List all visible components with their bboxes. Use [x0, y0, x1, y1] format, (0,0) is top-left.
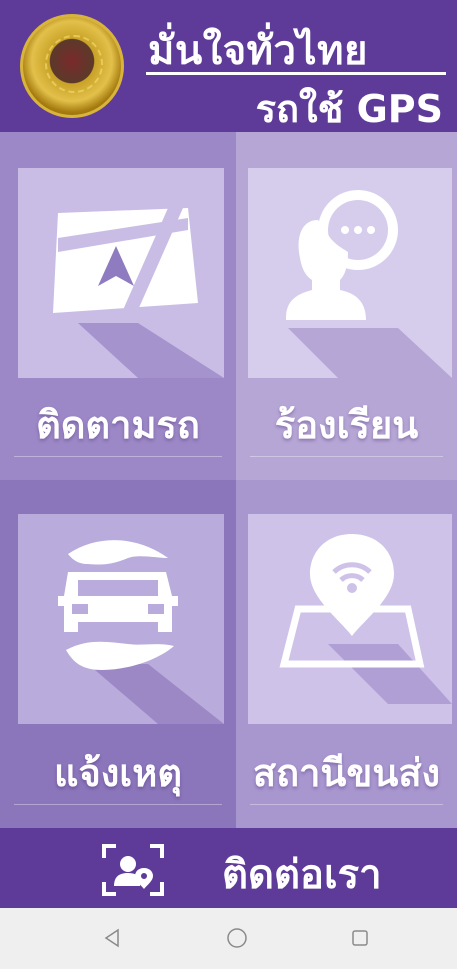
hands-car-icon [58, 540, 224, 724]
menu-tile [18, 514, 224, 724]
menu-item-bus-station[interactable]: สถานีขนส่ง [236, 480, 457, 828]
map-pin-wifi-icon [279, 534, 452, 704]
contact-us-bar[interactable]: ติดต่อเรา [0, 828, 457, 908]
app-header: มั่นใจทั่วไทย รถใช้ GPS [0, 0, 457, 132]
recents-square-icon[interactable] [348, 926, 372, 950]
menu-item-track-car[interactable]: ติดตามรถ [0, 132, 236, 480]
menu-grid: ติดตามรถ ร้องเรียน แจ้งเหตุ สถานีขนส่ง [0, 132, 457, 828]
title-underline [146, 72, 446, 75]
contact-person-location-icon [102, 844, 164, 896]
system-navigation-bar [0, 908, 457, 969]
menu-item-report-incident[interactable]: แจ้งเหตุ [0, 480, 236, 828]
menu-tile [248, 168, 452, 378]
divider [14, 456, 222, 457]
divider [14, 804, 222, 805]
home-circle-icon[interactable] [225, 926, 249, 950]
divider [250, 804, 443, 805]
department-emblem-logo [20, 14, 124, 118]
person-chat-icon [286, 190, 452, 378]
menu-tile [248, 514, 452, 724]
menu-label: แจ้งเหตุ [53, 751, 183, 795]
menu-label: ร้องเรียน [274, 403, 419, 447]
contact-us-label: ติดต่อเรา [222, 852, 382, 898]
menu-tile [18, 168, 224, 378]
map-navigation-icon [53, 208, 224, 378]
back-triangle-icon[interactable] [100, 926, 124, 950]
menu-item-complaint[interactable]: ร้องเรียน [236, 132, 457, 480]
divider [250, 456, 443, 457]
menu-label: ติดตามรถ [36, 403, 200, 447]
menu-label: สถานีขนส่ง [252, 751, 441, 795]
app-subtitle: รถใช้ GPS [255, 87, 443, 131]
